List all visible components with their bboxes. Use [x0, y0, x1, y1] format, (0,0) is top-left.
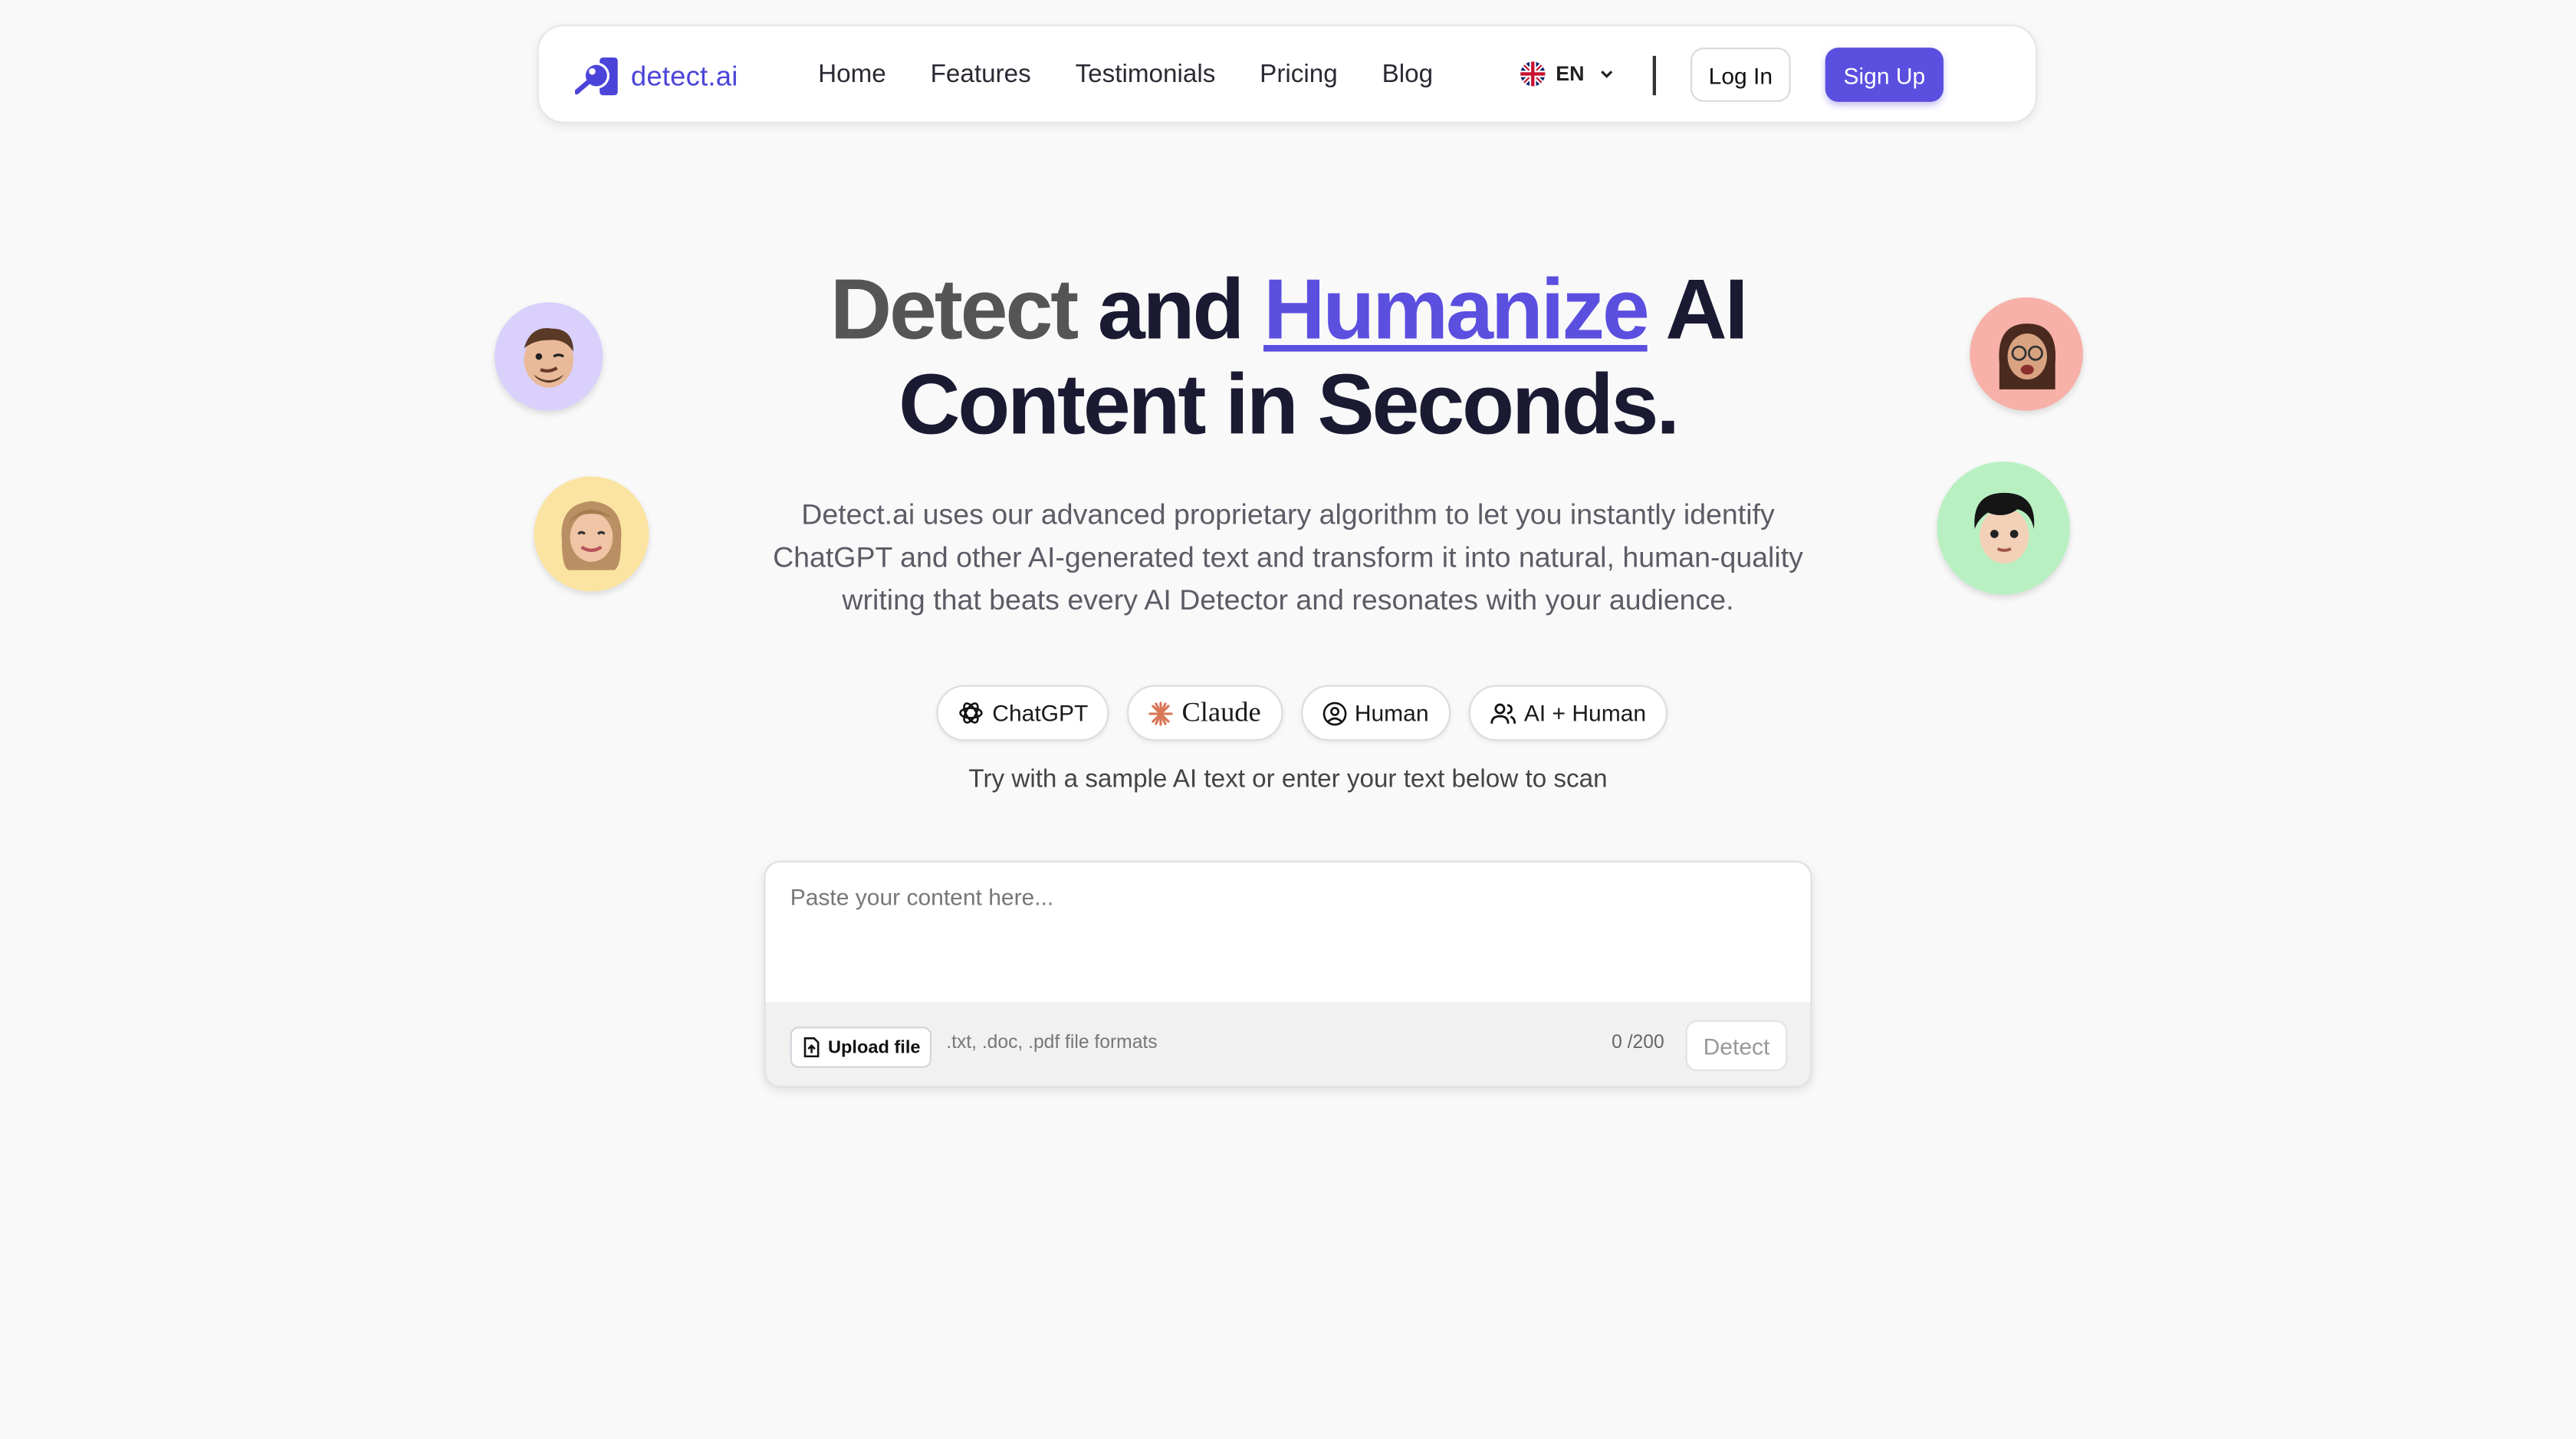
brand-logo[interactable]: detect.ai: [575, 56, 738, 97]
content-textarea[interactable]: [765, 862, 1811, 1003]
nav-link-home[interactable]: Home: [818, 61, 886, 90]
avatar-boy: [1937, 462, 2070, 595]
hero-title-detect: Detect: [830, 262, 1079, 359]
sample-hint: Try with a sample AI text or enter your …: [968, 765, 1608, 793]
file-upload-icon: [803, 1037, 820, 1058]
hero-title-humanize: Humanize: [1263, 262, 1650, 359]
hero-title-and: and: [1097, 262, 1245, 359]
uk-flag-icon: [1520, 61, 1546, 87]
user-circle-icon: [1322, 701, 1346, 725]
character-counter: 0 /200: [1612, 1033, 1664, 1053]
signup-button[interactable]: Sign Up: [1825, 48, 1944, 102]
top-nav: detect.ai Home Features Testimonials Pri…: [537, 25, 2038, 123]
nav-link-testimonials[interactable]: Testimonials: [1076, 61, 1216, 90]
chip-ai-human[interactable]: AI + Human: [1467, 685, 1668, 741]
upload-file-label: Upload file: [828, 1037, 921, 1057]
memoji-boy-icon: [1973, 491, 2034, 563]
chip-human-label: Human: [1354, 699, 1429, 727]
language-label: EN: [1556, 62, 1585, 86]
language-selector[interactable]: EN: [1520, 61, 1615, 87]
nav-links: Home Features Testimonials Pricing Blog: [818, 61, 1433, 90]
hero-subtitle: Detect.ai uses our advanced proprietary …: [773, 498, 1803, 616]
hero-title-line2: Content in Seconds.: [898, 358, 1680, 454]
chip-ai-human-label: AI + Human: [1523, 699, 1647, 727]
detect-logo-icon: [575, 57, 618, 96]
openai-icon: [959, 702, 983, 724]
sample-chips: ChatGPT Claude Human AI + Human: [936, 685, 1668, 741]
chevron-down-icon: [1601, 71, 1614, 78]
nav-link-pricing[interactable]: Pricing: [1260, 61, 1338, 90]
upload-file-button[interactable]: Upload file: [790, 1027, 932, 1068]
chip-chatgpt[interactable]: ChatGPT: [936, 685, 1110, 741]
chip-human[interactable]: Human: [1300, 685, 1451, 741]
nav-link-features[interactable]: Features: [931, 61, 1031, 90]
avatar-blonde-woman: [534, 476, 649, 592]
chip-claude-label: Claude: [1181, 696, 1261, 728]
hero-title: Detect and Humanize AI Content in Second…: [0, 263, 2576, 454]
hero-title-ai: AI: [1665, 262, 1748, 359]
editor-footer: Upload file .txt, .doc, .pdf file format…: [765, 1002, 1811, 1086]
file-formats-note: .txt, .doc, .pdf file formats: [946, 1033, 1158, 1053]
users-icon: [1490, 702, 1516, 723]
login-button[interactable]: Log In: [1691, 48, 1791, 102]
detect-button[interactable]: Detect: [1685, 1020, 1788, 1072]
claude-sunburst-icon: [1149, 701, 1174, 725]
content-input-card: Upload file .txt, .doc, .pdf file format…: [764, 860, 1812, 1088]
nav-divider: [1652, 55, 1655, 96]
memoji-woman-blonde-icon: [561, 501, 622, 570]
brand-name: detect.ai: [630, 60, 738, 91]
nav-link-blog[interactable]: Blog: [1382, 61, 1433, 90]
chip-chatgpt-label: ChatGPT: [992, 699, 1089, 727]
chip-claude[interactable]: Claude: [1127, 685, 1283, 741]
